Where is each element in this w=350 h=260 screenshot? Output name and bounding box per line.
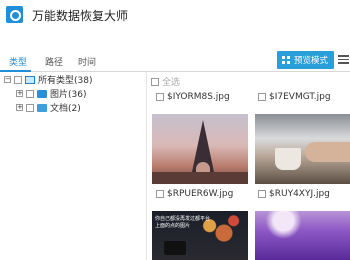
tab-type[interactable]: 类型 [9,55,27,68]
tree-item-label: 所有类型(38) [38,76,93,86]
thumbnail-lavender-field[interactable] [255,211,350,260]
preview-mode-label: 预览模式 [294,56,329,66]
file-checkbox[interactable] [156,93,164,101]
file-name: $RPUER6W.jpg [167,189,234,199]
collapse-toggle[interactable]: − [4,76,11,83]
thumbnail-overlay-text: 你自己都没再发过都平台上面的点的图片 [155,216,211,229]
list-view-button[interactable] [338,55,350,65]
computer-icon [25,75,35,84]
tree-item-images[interactable]: + 图片(36) [16,87,86,100]
tree-item-label: 文档(2) [50,104,81,114]
tree-item-label: 图片(36) [50,90,87,100]
checkbox[interactable] [26,89,34,98]
type-tree: − 所有类型(38) + 图片(36) + 文档(2) [0,72,147,260]
file-checkbox[interactable] [258,93,266,101]
grid-icon [282,56,290,64]
select-all-label: 全选 [162,78,181,88]
title-bar: 万能数据恢复大师 [0,0,350,32]
tab-path[interactable]: 路径 [45,55,63,68]
app-logo-icon [6,6,23,23]
file-name: $IYORM8S.jpg [167,92,230,102]
file-item[interactable]: $RUY4XYJ.jpg [258,189,330,199]
list-icon [338,55,349,57]
camera-shape [164,241,186,255]
checkbox[interactable] [14,75,22,84]
select-all[interactable]: 全选 [151,75,180,88]
thumbnail-eiffel-tower[interactable] [152,114,248,184]
image-folder-icon [37,89,47,98]
file-item[interactable]: $IYORM8S.jpg [156,92,230,102]
document-folder-icon [37,103,47,112]
select-all-checkbox[interactable] [151,77,159,86]
file-name: $I7EVMGT.jpg [269,92,331,102]
thumbnail-camera-bokeh[interactable]: 你自己都没再发过都平台上面的点的图片 [152,211,248,260]
preview-grid: 全选 $IYORM8S.jpg $I7EVMGT.jpg $RPUER6W.jp… [148,72,350,260]
tree-item-all-types[interactable]: − 所有类型(38) [4,73,92,86]
file-checkbox[interactable] [156,190,164,198]
thumbnail-coffee-cup[interactable] [255,114,350,184]
expand-toggle[interactable]: + [16,90,23,97]
tab-time[interactable]: 时间 [78,55,96,68]
file-item[interactable]: $RPUER6W.jpg [156,189,233,199]
app-title: 万能数据恢复大师 [32,9,129,23]
tree-item-documents[interactable]: + 文档(2) [16,101,81,114]
file-item[interactable]: $I7EVMGT.jpg [258,92,331,102]
file-checkbox[interactable] [258,190,266,198]
checkbox[interactable] [26,103,34,112]
expand-toggle[interactable]: + [16,104,23,111]
preview-mode-button[interactable]: 预览模式 [277,51,334,69]
file-name: $RUY4XYJ.jpg [269,189,330,199]
